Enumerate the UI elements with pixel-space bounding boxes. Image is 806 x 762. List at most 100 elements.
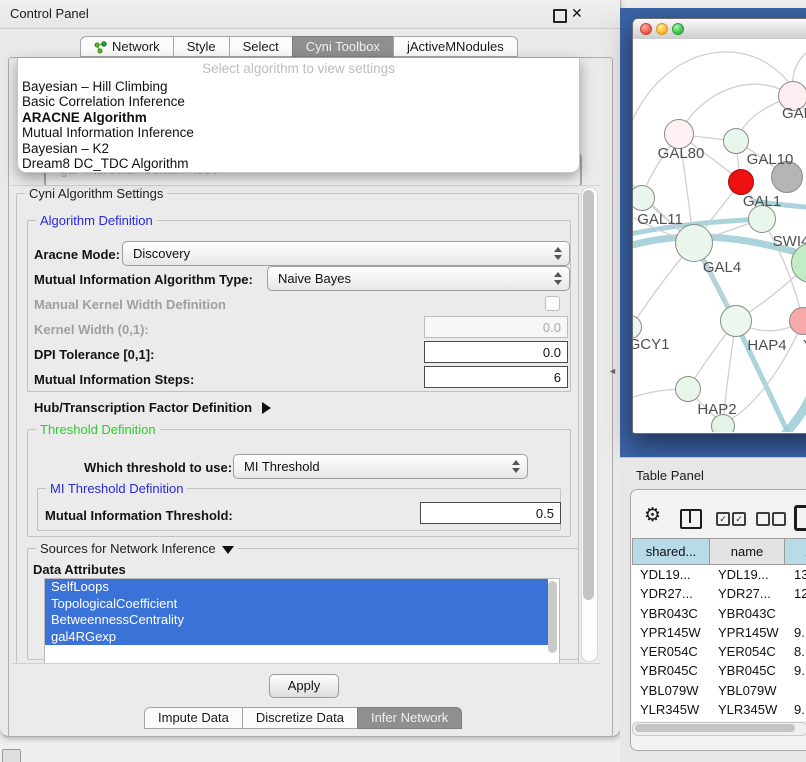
dropdown-placeholder: Select algorithm to view settings xyxy=(18,61,579,76)
table-row[interactable]: YBR045CYBR045C9. xyxy=(632,661,806,680)
table-row[interactable]: YBL079WYBL079W xyxy=(632,681,806,700)
table-cell: 12 xyxy=(786,584,806,603)
panel-grip-chip[interactable] xyxy=(2,749,21,762)
table-row[interactable]: YBR043CYBR043C xyxy=(632,604,806,623)
aracne-mode-combo[interactable]: Discovery xyxy=(122,241,570,266)
tab-label: jActiveMNodules xyxy=(407,37,504,57)
column-header-a[interactable]: A xyxy=(784,538,806,565)
table-hscrollbar-track[interactable] xyxy=(632,722,806,736)
tab-select[interactable]: Select xyxy=(229,36,293,57)
list-scrollbar[interactable] xyxy=(548,581,557,653)
node-label: GCY1 xyxy=(633,336,669,353)
divider-collapse-grip[interactable]: ◄ xyxy=(608,366,617,376)
data-attributes-list[interactable]: SelfLoopsTopologicalCoefficientBetweenne… xyxy=(44,578,560,664)
table-cell: 9 xyxy=(786,719,806,721)
tab-jactivemnodules[interactable]: jActiveMNodules xyxy=(393,36,518,57)
table-body: YDL19...YDL19...13YDR27...YDR27...12YBR0… xyxy=(632,565,806,721)
table-row[interactable]: YLR345WYLR345W9. xyxy=(632,700,806,719)
mi-steps-label: Mutual Information Steps: xyxy=(34,372,194,387)
tab-discretize-data[interactable]: Discretize Data xyxy=(242,707,358,729)
table-cell: YLR345W xyxy=(710,700,786,719)
network-node[interactable] xyxy=(723,128,749,154)
sources-group-title[interactable]: Sources for Network Inference xyxy=(36,541,238,556)
algorithm-option[interactable]: Bayesian – Hill Climbing xyxy=(22,79,575,94)
show-columns-icon[interactable] xyxy=(680,509,702,529)
unselect-all-checkbox-icon[interactable] xyxy=(756,512,770,526)
table-function-icon[interactable] xyxy=(794,505,806,531)
table-cell: YDR27... xyxy=(632,584,710,603)
dpi-tolerance-label: DPI Tolerance [0,1]: xyxy=(34,347,154,362)
control-panel-window: Control Panel ✕ NetworkStyleSelectCyni T… xyxy=(0,0,621,737)
float-window-icon[interactable] xyxy=(553,9,567,23)
network-node[interactable] xyxy=(728,169,754,195)
manual-kernel-checkbox[interactable] xyxy=(545,296,560,311)
settings-gear-icon[interactable]: ⚙ xyxy=(644,504,661,527)
table-cell: YIL052C xyxy=(710,719,786,721)
tab-label: Network xyxy=(112,37,160,57)
apply-button[interactable]: Apply xyxy=(269,674,339,698)
node-label: GAL1 xyxy=(743,193,781,210)
minimize-traffic-light[interactable] xyxy=(656,23,668,35)
column-header-shared[interactable]: shared... xyxy=(632,538,710,565)
mi-steps-field[interactable] xyxy=(424,366,568,388)
table-cell: 9. xyxy=(786,700,806,719)
dpi-tolerance-field[interactable] xyxy=(424,341,568,363)
close-icon[interactable]: ✕ xyxy=(571,5,583,22)
algorithm-option[interactable]: Basic Correlation Inference xyxy=(22,94,575,109)
select-all-checkbox-icon[interactable]: ✓ xyxy=(732,512,746,526)
combo-spinner-icon xyxy=(553,246,562,261)
network-node[interactable] xyxy=(675,224,713,262)
which-threshold-combo[interactable]: MI Threshold xyxy=(233,454,528,479)
hub-section-toggle[interactable]: Hub/Transcription Factor Definition xyxy=(34,400,271,415)
attribute-item[interactable]: SelfLoops xyxy=(45,579,548,596)
network-node[interactable] xyxy=(720,305,752,337)
network-node[interactable] xyxy=(675,376,701,402)
table-row[interactable]: YDR27...YDR27...12 xyxy=(632,584,806,603)
algorithm-option[interactable]: Mutual Information Inference xyxy=(22,125,575,140)
algorithm-definition-title: Algorithm Definition xyxy=(36,213,157,228)
settings-scrollbar-thumb[interactable] xyxy=(583,190,594,600)
network-icon xyxy=(94,40,107,53)
node-label: HAP2 xyxy=(697,401,736,418)
algorithm-option[interactable]: Dream8 DC_TDC Algorithm xyxy=(22,156,575,171)
tab-label: Impute Data xyxy=(158,708,229,728)
table-cell: YBR043C xyxy=(632,604,710,623)
sources-title-text: Sources for Network Inference xyxy=(40,541,216,556)
tab-style[interactable]: Style xyxy=(173,36,230,57)
attribute-item[interactable]: TopologicalCoefficient xyxy=(45,596,548,613)
table-cell: YDR27... xyxy=(710,584,786,603)
algorithm-option[interactable]: Bayesian – K2 xyxy=(22,141,575,156)
attribute-item[interactable]: BetweennessCentrality xyxy=(45,612,548,629)
mi-type-value: Naive Bayes xyxy=(278,271,351,286)
kernel-width-field[interactable] xyxy=(424,316,568,338)
mi-type-label: Mutual Information Algorithm Type: xyxy=(34,272,253,287)
kernel-width-label: Kernel Width (0,1): xyxy=(34,322,149,337)
tab-label: Infer Network xyxy=(371,708,448,728)
mi-threshold-field[interactable] xyxy=(420,502,561,524)
select-all-checkbox-icon[interactable]: ✓ xyxy=(716,512,730,526)
table-cell: YER054C xyxy=(632,642,710,661)
node-label: GAL4 xyxy=(703,259,741,276)
mi-algorithm-type-combo[interactable]: Naive Bayes xyxy=(267,266,570,291)
tab-label: Cyni Toolbox xyxy=(306,37,380,57)
algorithm-option[interactable]: ARACNE Algorithm xyxy=(22,110,575,125)
table-cell: YPR145W xyxy=(632,623,710,642)
table-row[interactable]: YER054CYER054C8. xyxy=(632,642,806,661)
close-traffic-light[interactable] xyxy=(640,23,652,35)
cyni-mode-tab-bar: Impute Data Discretize Data Infer Network xyxy=(144,707,461,729)
network-canvas[interactable]: GALGAL80GAL10GAL1GAL11SWI4GAL4GCY1HAP4YH… xyxy=(633,39,806,432)
tab-impute-data[interactable]: Impute Data xyxy=(144,707,243,729)
table-row[interactable]: YPR145WYPR145W9. xyxy=(632,623,806,642)
table-hscrollbar-thumb[interactable] xyxy=(635,724,795,732)
column-header-name[interactable]: name xyxy=(709,538,785,565)
table-cell: YBR045C xyxy=(632,661,710,680)
table-row[interactable]: YDL19...YDL19...13 xyxy=(632,565,806,584)
table-header-row: shared...nameA xyxy=(632,538,806,565)
attribute-item[interactable]: gal4RGexp xyxy=(45,629,548,646)
unselect-all-checkbox-icon[interactable] xyxy=(772,512,786,526)
table-row[interactable]: YIL052CYIL052C9 xyxy=(632,719,806,721)
tab-infer-network[interactable]: Infer Network xyxy=(357,707,462,729)
tab-cyni-toolbox[interactable]: Cyni Toolbox xyxy=(292,36,394,57)
tab-network[interactable]: Network xyxy=(80,36,174,57)
zoom-traffic-light[interactable] xyxy=(672,23,684,35)
